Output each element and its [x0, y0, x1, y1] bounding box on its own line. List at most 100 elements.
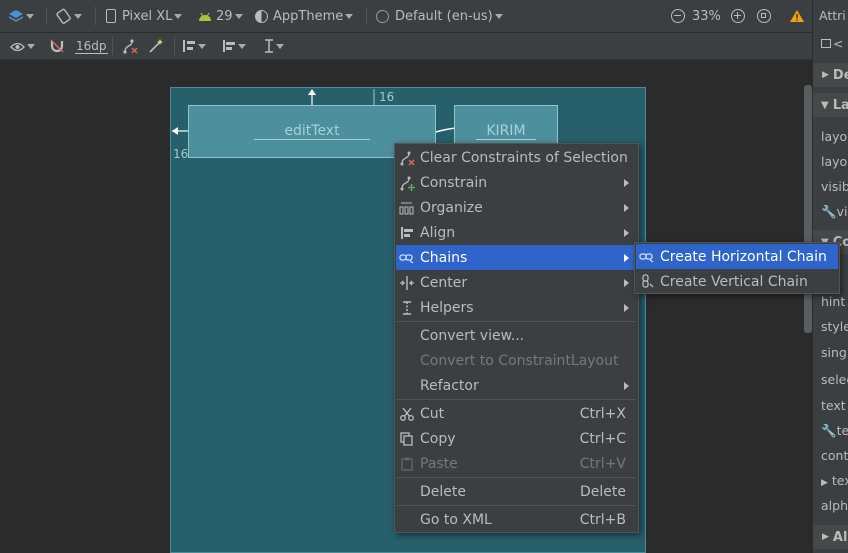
clear-constraints-icon	[122, 38, 138, 54]
menu-item-create-horizontal-chain[interactable]: Create Horizontal Chain	[636, 244, 838, 269]
api-level-dropdown[interactable]: 29	[198, 0, 243, 32]
menu-item-helpers[interactable]: Helpers	[396, 295, 637, 320]
clear-all-constraints-button[interactable]	[122, 33, 138, 59]
menu-item-constrain[interactable]: Constrain	[396, 170, 637, 195]
infer-constraints-button[interactable]	[148, 33, 164, 59]
device-dropdown[interactable]: Pixel XL	[106, 0, 183, 32]
submenu-arrow-icon	[624, 228, 629, 237]
design-surface-dropdown[interactable]	[8, 0, 34, 32]
attr-row: alph	[821, 498, 848, 513]
menu-item-organize[interactable]: Organize	[396, 195, 637, 220]
warning-button[interactable]	[789, 0, 805, 32]
constrain-icon	[399, 175, 415, 191]
autoconnect-toggle[interactable]	[50, 33, 64, 59]
kirim-button-label: KIRIM	[476, 123, 536, 140]
attr-row: sing	[821, 345, 847, 360]
menu-item-cut[interactable]: Cut Ctrl+X	[396, 401, 637, 426]
layout-editor-toolbar: 16dp	[0, 33, 812, 60]
paste-icon	[399, 456, 415, 472]
orientation-dropdown[interactable]	[56, 0, 82, 32]
attr-section-layout[interactable]: ▼La	[813, 93, 848, 117]
attr-row: layo	[821, 129, 848, 144]
edittext-label: editText	[254, 123, 370, 140]
submenu-arrow-icon	[624, 253, 629, 262]
attr-row: hint	[821, 294, 846, 309]
theme-icon	[255, 9, 268, 23]
attr-row: selec	[821, 372, 848, 387]
submenu-arrow-icon	[624, 303, 629, 312]
guideline-icon	[264, 39, 274, 53]
zoom-fit-button[interactable]	[757, 0, 771, 32]
canvas-vertical-scrollbar[interactable]	[804, 85, 812, 333]
theme-label: AppTheme	[273, 8, 344, 24]
zoom-in-icon	[731, 9, 745, 23]
wrench-icon: 🔧	[821, 204, 837, 219]
attr-row: layo	[821, 154, 848, 169]
menu-item-paste: Paste Ctrl+V	[396, 451, 637, 476]
menu-item-refactor[interactable]: Refactor	[396, 373, 637, 398]
pack-dropdown[interactable]	[182, 33, 206, 59]
menu-item-clear-constraints[interactable]: Clear Constraints of Selection	[396, 145, 637, 170]
zoom-out-button[interactable]	[671, 0, 685, 32]
default-margins-button[interactable]: 16dp	[75, 33, 108, 59]
panel-options-icon[interactable]: <	[821, 36, 843, 51]
clear-constraints-icon	[399, 150, 415, 166]
zoom-fit-icon	[757, 9, 771, 23]
eye-icon	[10, 41, 25, 52]
menu-item-chains[interactable]: Chains	[396, 245, 637, 270]
vertical-chain-icon	[639, 273, 655, 290]
default-margin-label: 16dp	[75, 38, 108, 54]
theme-dropdown[interactable]: AppTheme	[255, 0, 354, 32]
submenu-arrow-icon	[624, 381, 629, 390]
scissors-icon	[399, 406, 415, 422]
api-level-label: 29	[216, 8, 233, 24]
attr-row: cont	[821, 448, 848, 463]
zoom-out-icon	[671, 9, 685, 23]
attributes-panel-title: Attri	[819, 8, 846, 23]
align-icon	[222, 39, 236, 53]
zoom-level-label: 33%	[692, 8, 721, 24]
rotate-device-icon	[56, 8, 72, 24]
menu-item-delete[interactable]: Delete Delete	[396, 479, 637, 504]
menu-separator	[397, 321, 636, 322]
attr-row: style	[821, 319, 848, 334]
magic-wand-icon	[148, 38, 164, 54]
pack-icon	[182, 39, 196, 53]
magnet-icon	[50, 39, 64, 53]
menu-item-convert-to-constraintlayout: Convert to ConstraintLayout	[420, 352, 619, 369]
attr-row-wrench: 🔧vis	[821, 204, 848, 219]
align-dropdown[interactable]	[222, 33, 246, 59]
submenu-arrow-icon	[624, 203, 629, 212]
helpers-icon	[399, 300, 415, 316]
zoom-in-button[interactable]	[731, 0, 745, 32]
attr-row-expand[interactable]: ▶ tex	[821, 473, 848, 488]
attr-row: text	[821, 398, 846, 413]
warning-icon	[789, 9, 805, 23]
menu-item-copy[interactable]: Copy Ctrl+C	[396, 426, 637, 451]
menu-item-go-to-xml[interactable]: Go to XML Ctrl+B	[396, 507, 637, 532]
menu-separator	[397, 399, 636, 400]
view-options-dropdown[interactable]	[10, 33, 35, 59]
attr-section-declared[interactable]: ▶De	[813, 63, 848, 87]
phone-icon	[106, 9, 116, 23]
android-icon	[198, 11, 212, 21]
menu-separator	[397, 477, 636, 478]
guidelines-dropdown[interactable]	[264, 33, 284, 59]
locale-dropdown[interactable]: Default (en-us)	[376, 0, 503, 32]
top-margin-label: 16	[379, 90, 395, 104]
menu-separator	[397, 505, 636, 506]
center-icon	[399, 275, 415, 291]
organize-icon	[399, 200, 415, 216]
menu-item-create-vertical-chain[interactable]: Create Vertical Chain	[636, 269, 838, 294]
align-icon	[399, 225, 415, 241]
copy-icon	[399, 431, 415, 447]
locale-label: Default (en-us)	[395, 8, 493, 24]
attr-row-wrench: 🔧tex	[821, 423, 848, 438]
chains-icon	[399, 250, 415, 266]
menu-item-center[interactable]: Center	[396, 270, 637, 295]
chains-submenu: Create Horizontal Chain Create Vertical …	[634, 242, 840, 294]
layers-icon	[8, 8, 24, 24]
menu-item-convert-view[interactable]: Convert view...	[396, 323, 637, 348]
menu-item-align[interactable]: Align	[396, 220, 637, 245]
attr-section-all[interactable]: ▶ Al	[813, 525, 848, 549]
